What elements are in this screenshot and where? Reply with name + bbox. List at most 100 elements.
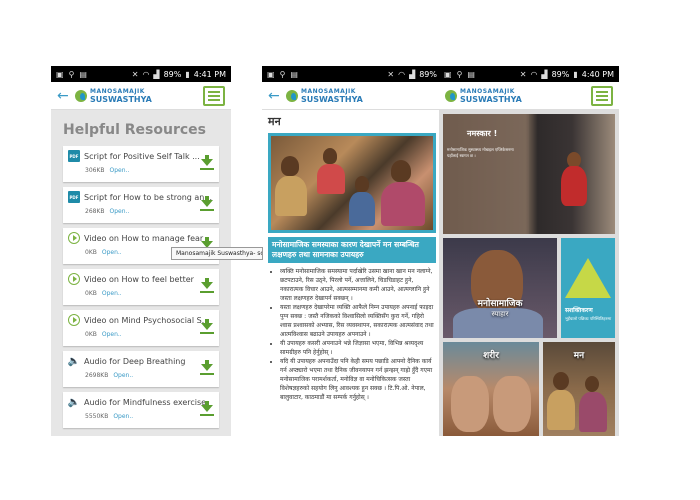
- resource-size: 0KB: [85, 331, 97, 338]
- app-logo: MANOSAMAJIK SUSWASTHYA: [75, 88, 203, 104]
- children-meditating-image: [268, 133, 436, 233]
- speaker-icon: 🔈: [67, 355, 81, 367]
- signal-icon: ▟: [409, 69, 416, 79]
- logo-line-2: SUSWASTHYA: [460, 94, 522, 104]
- logo-line-2: SUSWASTHYA: [90, 94, 152, 104]
- open-link[interactable]: Open..: [102, 290, 122, 297]
- logo-line-2: SUSWASTHYA: [301, 94, 363, 104]
- notification-icon: ▣: [444, 69, 452, 79]
- logo-mark-icon: [445, 89, 457, 102]
- mute-icon: ✕: [519, 69, 527, 79]
- screen-article: ▣ ⚲ ▤ ✕ ◠ ▟ 89% ← MANOSAMAJIK SUSWASTHYA…: [262, 66, 442, 436]
- tile-label: मन: [573, 351, 585, 361]
- image-icon: ▤: [467, 69, 475, 79]
- image-icon: ▤: [79, 69, 87, 79]
- back-arrow-icon[interactable]: ←: [268, 88, 286, 104]
- screen-home: ▣ ⚲ ▤ ✕ ◠ ▟ 89% ▮ 4:40 PM MANOSAMAJIK SU…: [439, 66, 619, 436]
- usb-icon: ⚲: [279, 69, 286, 79]
- mute-icon: ✕: [387, 69, 395, 79]
- resource-item[interactable]: 🔈 Audio for Deep Breathing 2698KB Open..: [63, 351, 219, 387]
- download-icon[interactable]: [200, 196, 214, 212]
- bullet-item: यस्ता लक्षणहरु देखापरेमा व्यक्ति आफैले न…: [280, 303, 436, 339]
- tile-body[interactable]: शरीर: [443, 342, 539, 436]
- tile-empowerment[interactable]: सशक्तिकरण भुइँचालो पछिका परिस्थितिहरुमा: [561, 238, 615, 338]
- page-title: Helpful Resources: [63, 122, 206, 138]
- play-icon: [68, 314, 80, 326]
- resource-name: Video on How to feel better: [84, 274, 194, 284]
- clock: 4:41 PM: [193, 69, 226, 79]
- battery-icon: ▮: [185, 69, 190, 79]
- mountain-icon: [565, 258, 611, 298]
- woman-in-window-image: [561, 166, 587, 206]
- pdf-icon: PDF: [68, 150, 80, 162]
- play-icon: [68, 273, 80, 285]
- download-icon[interactable]: [200, 360, 214, 376]
- resource-item[interactable]: Video on How to feel better 0KB Open..: [63, 269, 219, 305]
- download-icon[interactable]: [200, 319, 214, 335]
- resource-size: 0KB: [85, 249, 97, 256]
- resources-list: Helpful Resources PDF Script for Positiv…: [51, 110, 231, 436]
- resource-size: 5550KB: [85, 413, 109, 420]
- welcome-tile[interactable]: नमस्कार ! मनोसामाजिक सुस्वास्थ्य मोबाइल …: [443, 114, 615, 234]
- resource-item[interactable]: Video on Mind Psychosocial Sym... 0KB Ope…: [63, 310, 219, 346]
- tile-mind[interactable]: मन: [543, 342, 615, 436]
- battery-level: 89%: [419, 69, 437, 79]
- tile-psychosocial-care[interactable]: मनोसामाजिक स्याहार: [443, 238, 557, 338]
- tile-sublabel: भुइँचालो पछिका परिस्थितिहरुमा: [565, 316, 612, 321]
- resource-name: Script for Positive Self Talk ...: [84, 151, 200, 161]
- resource-item[interactable]: PDF Script for Positive Self Talk ... 30…: [63, 146, 219, 182]
- open-link[interactable]: Open..: [110, 167, 130, 174]
- app-bar: ← MANOSAMAJIK SUSWASTHYA: [51, 82, 231, 110]
- open-link[interactable]: Open..: [113, 413, 133, 420]
- resource-size: 306KB: [85, 167, 105, 174]
- status-bar: ▣ ⚲ ▤ ✕ ◠ ▟ 89% ▮ 4:41 PM: [51, 66, 231, 82]
- wifi-icon: ◠: [530, 69, 538, 79]
- resource-name: Audio for Deep Breathing: [84, 356, 186, 366]
- usb-icon: ⚲: [68, 69, 75, 79]
- back-arrow-icon[interactable]: ←: [57, 88, 75, 104]
- tile-label: मनोसामाजिक: [477, 299, 523, 309]
- resource-size: 0KB: [85, 290, 97, 297]
- speaker-icon: 🔈: [67, 396, 81, 408]
- resource-item[interactable]: 🔈 Audio for Mindfulness exercise 5550KB O…: [63, 392, 219, 428]
- hamburger-menu-icon[interactable]: [591, 85, 613, 106]
- wifi-icon: ◠: [142, 69, 150, 79]
- logo-mark-icon: [75, 89, 87, 102]
- clock: 4:40 PM: [581, 69, 614, 79]
- resource-item[interactable]: PDF Script for How to be strong an... 26…: [63, 187, 219, 223]
- resource-name: Video on Mind Psychosocial Sym...: [84, 315, 212, 325]
- app-logo: MANOSAMAJIK SUSWASTHYA: [286, 88, 436, 104]
- bullet-item: यी उपायहरु कसरी अपनाउने भन्ने जिज्ञासा भ…: [280, 339, 436, 357]
- signal-icon: ▟: [153, 69, 160, 79]
- notification-icon: ▣: [267, 69, 275, 79]
- pdf-icon: PDF: [68, 191, 80, 203]
- app-bar: MANOSAMAJIK SUSWASTHYA: [439, 82, 619, 110]
- hamburger-menu-icon[interactable]: [203, 85, 225, 106]
- tile-sublabel: स्याहार: [491, 310, 509, 318]
- resource-name: Script for How to be strong an...: [84, 192, 212, 202]
- status-bar: ▣ ⚲ ▤ ✕ ◠ ▟ 89%: [262, 66, 442, 82]
- home-grid: नमस्कार ! मनोसामाजिक सुस्वास्थ्य मोबाइल …: [439, 110, 619, 436]
- open-link[interactable]: Open..: [113, 372, 133, 379]
- open-link[interactable]: Open..: [110, 208, 130, 215]
- download-icon[interactable]: [200, 401, 214, 417]
- download-icon[interactable]: [200, 155, 214, 171]
- section-heading: मनोसामाजिक समस्याका कारण देखापर्ने मन सम…: [268, 237, 436, 263]
- logo-mark-icon: [286, 89, 298, 102]
- bullet-item: व्यक्ति मनोसामाजिक समस्यामा पर्दाखेरि उस…: [280, 267, 436, 303]
- open-link[interactable]: Open..: [102, 249, 122, 256]
- battery-icon: ▮: [573, 69, 578, 79]
- wifi-icon: ◠: [398, 69, 406, 79]
- status-bar: ▣ ⚲ ▤ ✕ ◠ ▟ 89% ▮ 4:40 PM: [439, 66, 619, 82]
- play-icon: [68, 232, 80, 244]
- download-icon[interactable]: [200, 278, 214, 294]
- article-title: मन: [268, 115, 281, 128]
- welcome-text: मनोसामाजिक सुस्वास्थ्य मोबाइल एप्लिकेसनम…: [447, 147, 514, 158]
- resource-name: Video on How to manage fear: [84, 233, 204, 243]
- app-logo: MANOSAMAJIK SUSWASTHYA: [445, 88, 591, 104]
- bullet-item: यदि यी उपायहरु अपनाउँदा पनि केही समय पछा…: [280, 357, 436, 402]
- open-link[interactable]: Open..: [102, 331, 122, 338]
- resource-size: 2698KB: [85, 372, 109, 379]
- welcome-title: नमस्कार !: [467, 129, 498, 138]
- app-bar: ← MANOSAMAJIK SUSWASTHYA: [262, 82, 442, 110]
